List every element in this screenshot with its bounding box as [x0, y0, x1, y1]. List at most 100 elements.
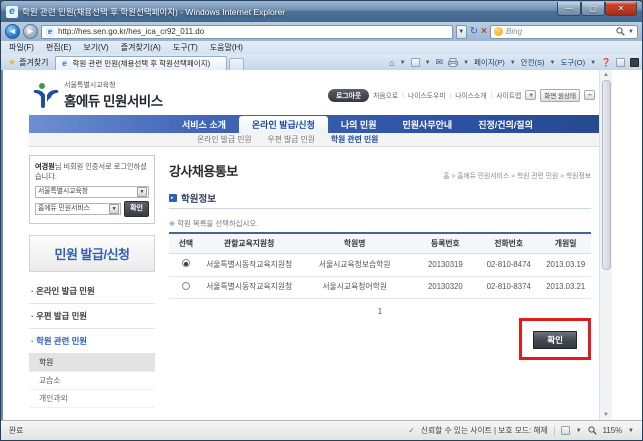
menu-tools[interactable]: 도구(T) — [173, 42, 198, 53]
col-office: 관할교육지원청 — [202, 233, 296, 254]
search-dropdown[interactable]: ▼ — [628, 29, 634, 35]
subnav-postal-issue[interactable]: 우편 발급 민원 — [268, 134, 315, 145]
scroll-up-icon[interactable]: ▲ — [603, 70, 609, 80]
col-reg-no: 등록번호 — [413, 233, 478, 254]
close-button[interactable]: ✕ — [605, 1, 637, 16]
tools-menu-dropdown[interactable]: ▼ — [590, 60, 596, 66]
page-menu[interactable]: 페이지(P) — [474, 57, 505, 68]
subnav-online-issue[interactable]: 온라인 발급 민원 — [197, 134, 252, 145]
help-icon[interactable]: ❓ — [601, 58, 611, 67]
link-neis-helper[interactable]: 나이스도우미 — [408, 90, 446, 100]
sidebar-subitem-private-tutoring[interactable]: 개인과외 — [29, 390, 155, 409]
row1-name: 서울시교육청보습학원 — [295, 253, 414, 277]
row2-office: 서울특별시동작교육지원청 — [202, 276, 296, 300]
vertical-scrollbar[interactable]: ▲ ▼ — [599, 70, 612, 420]
row2-phone: 02-810-8374 — [477, 276, 541, 300]
home-dropdown[interactable]: ▼ — [400, 60, 406, 66]
back-button[interactable]: ◄ — [5, 24, 20, 39]
url-field[interactable]: e http://hes.sen.go.kr/hes_ica_cr92_011.… — [41, 24, 453, 39]
minimize-button[interactable]: — — [557, 1, 581, 16]
col-select: 선택 — [169, 233, 203, 254]
url-text: http://hes.sen.go.kr/hes_ica_cr92_011.do — [58, 27, 205, 36]
read-mail-icon[interactable]: ✉ — [436, 57, 444, 68]
sidebar-item-hakwon-minwon[interactable]: · 학원 관련 민원 — [29, 329, 155, 355]
scrollbar-thumb[interactable] — [601, 80, 611, 270]
new-tab-button[interactable] — [228, 58, 244, 70]
menu-view[interactable]: 보기(V) — [83, 42, 108, 53]
row1-radio[interactable] — [181, 259, 190, 267]
safety-menu-dropdown[interactable]: ▼ — [549, 60, 555, 66]
browser-tab[interactable]: e 학원 관련 민원(채용선택 후 학원선택페이지) — [54, 56, 227, 70]
tab-bar: ★ 즐겨찾기 e 학원 관련 민원(채용선택 후 학원선택페이지) ⌂ ▼ ▼ ✉… — [1, 54, 642, 70]
zoom-dropdown[interactable]: ▼ — [628, 428, 634, 434]
subnav-hakwon-minwon[interactable]: 학원 관련 민원 — [331, 134, 378, 145]
nav-tab-my-minwon[interactable]: 나의 민원 — [328, 115, 390, 133]
sidebar-item-online-issue[interactable]: · 온라인 발급 민원 — [29, 279, 155, 305]
service-select[interactable]: 홈에듀 민원서비스 ▼ — [35, 202, 122, 215]
col-phone: 전화번호 — [477, 233, 541, 254]
maximize-button[interactable]: ▢ — [581, 1, 605, 16]
search-engine-label: Bing — [506, 27, 523, 36]
forward-button[interactable]: ► — [23, 24, 38, 39]
menu-help[interactable]: 도움말(H) — [210, 42, 243, 53]
zoom-in-button[interactable]: + — [525, 90, 537, 100]
feeds-icon[interactable] — [410, 58, 420, 67]
row1-open-date: 2013.03.19 — [540, 253, 591, 277]
scroll-down-icon[interactable]: ▼ — [603, 410, 609, 420]
screen-reset-button[interactable]: 화면 원상태 — [540, 88, 580, 102]
link-home[interactable]: 처음으로 — [373, 90, 398, 100]
tools-menu[interactable]: 도구(O) — [560, 57, 585, 68]
print-icon[interactable] — [448, 58, 458, 67]
login-user-name: 여경원 — [35, 162, 55, 171]
search-input[interactable]: Bing ▼ — [490, 24, 638, 39]
office-select[interactable]: 서울특별시교육청 ▼ — [35, 185, 149, 198]
star-icon: ★ — [8, 57, 17, 67]
zoom-out-button[interactable]: − — [584, 90, 595, 100]
addon-icon-2[interactable] — [630, 58, 639, 67]
compat-dropdown[interactable]: ▼ — [576, 428, 582, 434]
title-bar[interactable]: e 학원 관련 민원(채용선택 후 학원선택페이지) - Windows Int… — [1, 1, 642, 22]
sub-nav: 온라인 발급 민원 우편 발급 민원 학원 관련 민원 — [29, 133, 599, 147]
stop-icon[interactable]: × — [481, 25, 487, 39]
page-menu-dropdown[interactable]: ▼ — [510, 60, 516, 66]
confirm-button[interactable]: 확인 — [533, 331, 577, 350]
logout-button[interactable]: 로그아웃 — [328, 88, 370, 102]
ie-icon: e — [6, 5, 18, 18]
feeds-dropdown[interactable]: ▼ — [425, 60, 431, 66]
zoom-level[interactable]: 115% — [603, 426, 622, 435]
favorites-button[interactable]: ★ 즐겨찾기 — [4, 57, 55, 70]
site-logo[interactable]: 서울특별시교육청 홈에듀 민원서비스 — [33, 80, 163, 110]
table-row: 서울특별시동작교육지원청 서울시교육청보습학원 20130319 02-810-… — [169, 253, 591, 277]
print-dropdown[interactable]: ▼ — [463, 60, 469, 66]
row1-reg-no: 20130319 — [413, 253, 478, 277]
nav-tab-online-issue[interactable]: 온라인 발급/신청 — [238, 116, 328, 133]
table-row: 서울특별시동작교육지원청 서울시교육청어학원 20130320 02-810-8… — [169, 276, 591, 300]
refresh-icon[interactable]: ↻ — [470, 25, 478, 39]
menu-favorites[interactable]: 즐겨찾기(A) — [121, 42, 161, 53]
row2-radio[interactable] — [181, 281, 190, 290]
link-neis-intro[interactable]: 나이스소개 — [455, 90, 486, 100]
nav-tab-service-intro[interactable]: 서비스 소개 — [169, 115, 239, 133]
link-sitemap[interactable]: 사이트맵 — [496, 90, 521, 100]
compat-view-icon[interactable] — [560, 426, 570, 435]
sidebar-subitem-hakwon[interactable]: 학원 — [29, 354, 155, 373]
sidebar-subitem-gyseupso[interactable]: 교습소 — [29, 372, 155, 391]
addon-icon-1[interactable] — [616, 58, 625, 67]
safety-menu[interactable]: 안전(S) — [521, 57, 545, 68]
search-icon[interactable] — [616, 27, 625, 36]
service-select-value: 홈에듀 민원서비스 — [38, 205, 90, 213]
nav-tab-minwon-guide[interactable]: 민원사무안내 — [390, 115, 466, 133]
home-icon[interactable]: ⌂ — [389, 58, 394, 68]
sidebar-item-postal-issue[interactable]: · 우편 발급 민원 — [29, 304, 155, 330]
zoom-icon[interactable] — [588, 426, 597, 435]
chevron-down-icon[interactable]: ▼ — [109, 203, 120, 214]
menu-edit[interactable]: 편집(E) — [46, 42, 71, 53]
service-name: 홈에듀 민원서비스 — [64, 94, 163, 109]
sidebar-confirm-button[interactable]: 확인 — [124, 200, 149, 218]
url-dropdown[interactable]: ▼ — [455, 24, 467, 39]
chevron-down-icon[interactable]: ▼ — [137, 186, 147, 197]
utility-links: 로그아웃 처음으로 | 나이스도우미 | 나이스소개 | 사이트맵 + 화면 원… — [328, 88, 595, 102]
page-number[interactable]: 1 — [169, 307, 591, 316]
nav-tab-petition[interactable]: 진정/건의/질의 — [465, 115, 546, 133]
menu-file[interactable]: 파일(F) — [9, 42, 34, 53]
